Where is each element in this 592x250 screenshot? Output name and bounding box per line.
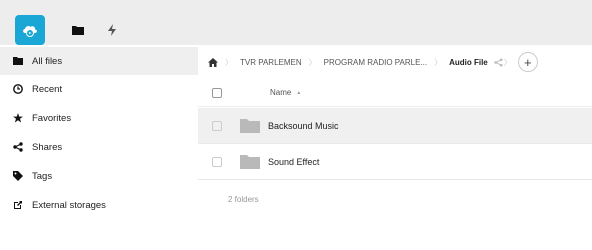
sort-icon: ▲ [296,89,302,96]
sidebar-item-external-storages[interactable]: External storages [0,191,198,219]
sidebar-item-label: Recent [32,83,63,95]
tag-icon [12,170,24,182]
column-header-name[interactable]: Name ▲ [270,88,301,97]
breadcrumb-item[interactable]: TVR PARLEMEN [240,58,302,67]
row-checkbox[interactable] [212,156,222,167]
clock-icon [12,83,24,95]
star-icon [12,112,24,124]
sidebar-item-all-files[interactable]: All files [0,47,198,75]
cloud-logo[interactable] [15,15,45,45]
table-row[interactable]: Backsound Music [198,108,592,144]
breadcrumb-current[interactable]: Audio File [449,58,488,67]
share-icon[interactable] [494,57,503,67]
folder-icon [240,118,260,133]
main-content: 〉 TVR PARLEMEN 〉 PROGRAM RADIO PARLE... … [198,45,592,250]
sidebar-item-favorites[interactable]: Favorites [0,104,198,132]
sidebar-item-recent[interactable]: Recent [0,75,198,103]
file-name[interactable]: Sound Effect [268,157,319,167]
sidebar-item-label: External storages [32,199,106,211]
breadcrumb-separator: 〉 [434,57,443,67]
row-checkbox[interactable] [212,120,222,131]
breadcrumb-item[interactable]: PROGRAM RADIO PARLE... [324,58,427,67]
share-icon [12,141,24,153]
breadcrumb-separator: 〉 [503,57,512,67]
sidebar-item-label: Favorites [32,112,72,124]
folder-icon [240,154,260,169]
top-bar [0,0,592,45]
external-icon [12,199,24,211]
breadcrumb: 〉 TVR PARLEMEN 〉 PROGRAM RADIO PARLE... … [198,45,592,79]
file-name[interactable]: Backsound Music [268,121,339,131]
sidebar: All files Recent Favorites Shares Tags E… [0,45,198,250]
sidebar-item-tags[interactable]: Tags [0,162,198,190]
folder-icon [12,55,24,67]
folder-summary: 2 folders [228,195,259,204]
column-header-name-label: Name [270,88,292,97]
breadcrumb-separator: 〉 [225,57,233,67]
sidebar-item-label: Tags [32,170,53,182]
select-all-checkbox[interactable] [212,87,222,98]
table-row[interactable]: Sound Effect [198,144,592,180]
sidebar-item-label: All files [32,55,63,67]
home-icon[interactable] [208,57,218,67]
files-icon[interactable] [70,22,86,38]
breadcrumb-separator: 〉 [308,57,317,67]
sidebar-item-shares[interactable]: Shares [0,133,198,161]
sidebar-item-label: Shares [32,141,63,153]
table-header: Name ▲ [198,79,592,107]
activity-icon[interactable] [104,22,120,38]
add-button[interactable]: + [517,52,538,72]
